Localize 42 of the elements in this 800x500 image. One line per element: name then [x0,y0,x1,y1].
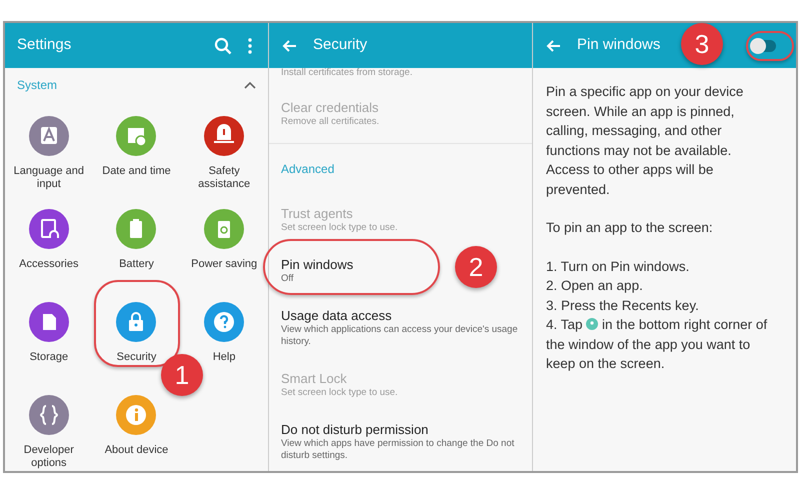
tile-label[interactable]: About device [104,444,168,457]
section-header: Advanced [269,143,532,190]
tile-label[interactable]: Power saving [191,258,258,271]
tile-label[interactable]: Safety assistance [184,165,264,191]
letter-icon[interactable] [28,116,69,156]
list-item[interactable]: Pin windows Off [269,250,366,292]
info-icon[interactable] [116,395,156,435]
tile-label[interactable]: Language and input [8,165,89,191]
braces-icon[interactable] [28,395,69,435]
list-item[interactable]: Do not disturb permission View which apps have permission to change the Do not disturb settings. [269,415,532,469]
sd-card-icon[interactable] [28,302,69,342]
search-icon[interactable] [214,36,232,54]
more-options-icon[interactable] [248,38,252,54]
screen-title: Pin windows [577,35,660,56]
step-text: 1. Turn on Pin windows. [546,258,690,276]
description-text: Pin a specific app on your device screen. While an app is pinned, calling, messaging, and other functions may not be available. Access to other apps will be prevented. [546,83,744,199]
battery-icon[interactable] [116,209,156,249]
collapse-chevron-icon[interactable] [244,81,256,89]
back-arrow-icon[interactable] [281,38,297,52]
pin-icon [586,318,598,330]
battery-icon[interactable] [204,209,244,249]
alarm-icon[interactable] [204,116,244,156]
step-text: 2. Open an app. [546,277,644,295]
step-text: 3. Press the Recents key. [546,296,700,315]
tile-label[interactable]: Developer options [8,444,89,470]
screen-title: Security [313,35,368,56]
step-number-badge: 2 [455,246,497,288]
tile-label[interactable]: Date and time [102,165,171,178]
tile-label[interactable]: Accessories [19,258,78,271]
tile-label[interactable]: Security [116,351,156,364]
section-header: System [17,77,58,94]
tile-label[interactable]: Help [212,351,236,364]
list-item[interactable]: Usage data access View which applications can access your device's usage history. [269,301,532,355]
lock-icon[interactable] [116,302,156,342]
instruction-heading: To pin an app to the screen: [546,219,714,237]
step-text: 4. Tap in the bottom right corner of the window of the app you want to keep on the screen. [546,316,768,373]
step-number-badge: 1 [161,354,203,396]
help-icon[interactable] [204,302,244,342]
tile-label[interactable]: Storage [30,351,68,364]
item-subtitle: Install certificates from storage. [280,68,414,80]
screen-title: Settings [17,35,72,56]
tile-label[interactable]: Battery [119,258,154,271]
